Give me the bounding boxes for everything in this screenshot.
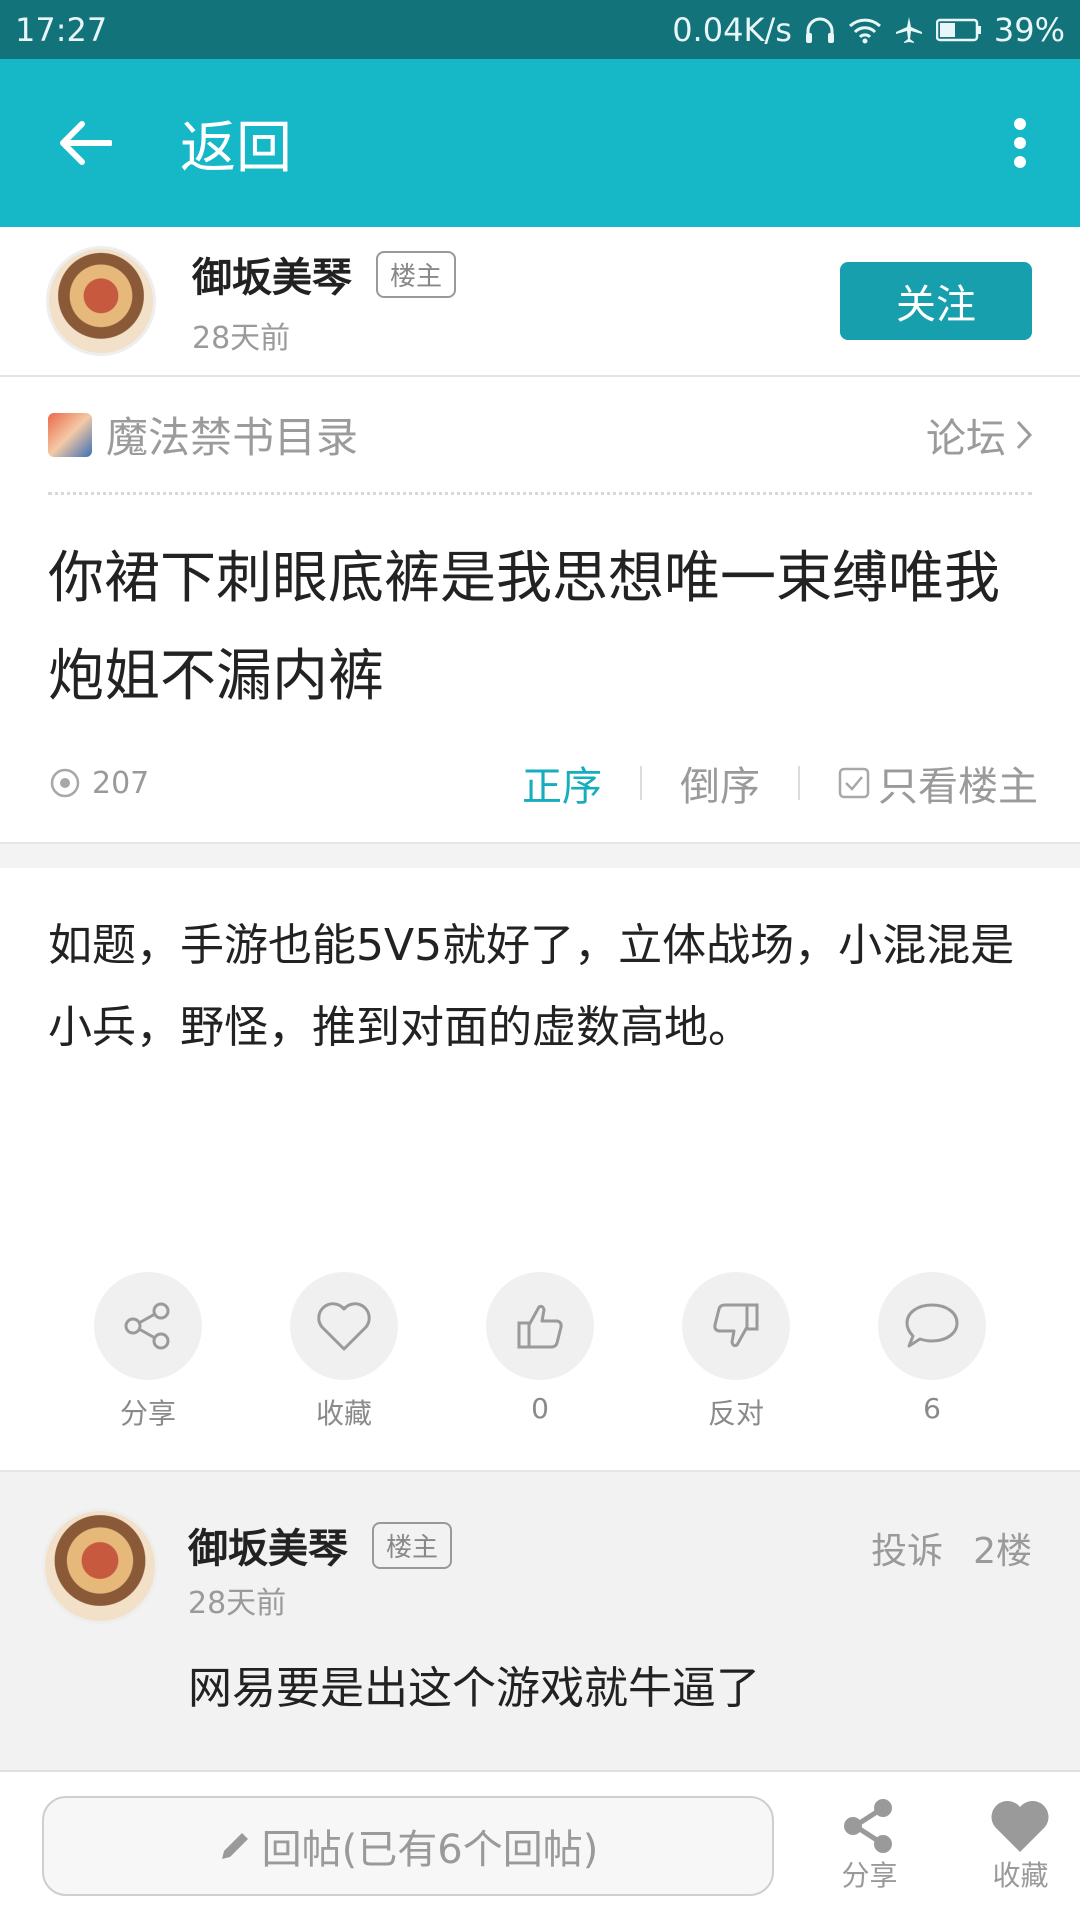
thumbs-up-icon [517,1304,563,1349]
share-label: 分享 [119,1397,176,1430]
bottom-favorite-button[interactable]: 收藏 [961,1798,1080,1894]
app-bar-title[interactable]: 返回 [180,103,292,184]
eye-icon [50,768,80,798]
sort-ascending[interactable]: 正序 [522,754,602,812]
section-divider [0,842,1080,868]
reply-avatar[interactable] [42,1508,158,1624]
share-action[interactable]: 分享 [78,1272,218,1432]
wifi-icon [848,16,882,44]
post-actions: 分享 收藏 0 反对 6 [0,1272,1080,1432]
airplane-icon [894,15,924,45]
reply-content: 网易要是出这个游戏就牛逼了 [188,1663,760,1714]
reply-input[interactable]: 回帖(已有6个回帖) [42,1796,774,1896]
heart-icon [317,1302,371,1351]
back-button[interactable] [40,98,130,188]
dislike-label: 反对 [707,1397,764,1430]
battery-percent: 39% [993,10,1065,49]
floor-number: 2楼 [973,1531,1032,1572]
reply-item: 御坂美琴 楼主 28天前 投诉 2楼 网易要是出这个游戏就牛逼了 [0,1470,1080,1770]
app-bar: 返回 [0,59,1080,227]
favorite-label: 收藏 [315,1397,372,1430]
status-time: 17:27 [15,10,108,49]
divider [798,766,800,800]
bottom-share-label: 分享 [841,1859,898,1892]
checkbox-icon [838,767,870,799]
only-owner-label: 只看楼主 [878,764,1038,810]
like-count: 0 [531,1392,549,1425]
owner-badge: 楼主 [376,250,457,298]
post-body: 如题，手游也能5V5就好了，立体战场，小混混是小兵，野怪，推到对面的虚数高地。 [48,920,1015,1053]
forum-row[interactable]: 魔法禁书目录 论坛 [48,377,1032,495]
reply-author-name[interactable]: 御坂美琴 [188,1516,348,1574]
post-meta-row: 207 正序 倒序 只看楼主 [48,748,1038,818]
more-vertical-icon [1014,118,1026,168]
author-name[interactable]: 御坂美琴 [192,245,352,303]
forum-name[interactable]: 魔法禁书目录 [106,404,358,465]
net-speed: 0.04K/s [672,10,792,49]
dislike-action[interactable]: 反对 [666,1272,806,1432]
forum-link[interactable]: 论坛 [926,406,1032,464]
forum-link-label: 论坛 [926,415,1006,462]
follow-button[interactable]: 关注 [840,262,1032,340]
favorite-action[interactable]: 收藏 [274,1272,414,1432]
post-time: 28天前 [192,321,291,356]
view-count: 207 [48,766,149,801]
author-info: 御坂美琴 楼主 28天前 [192,245,457,357]
battery-icon [935,18,982,42]
status-bar: 17:27 0.04K/s 39% [0,0,1080,59]
comment-count: 6 [923,1392,941,1425]
pencil-icon [221,1833,248,1859]
post-title: 你裙下刺眼底裤是我思想唯一束缚唯我炮姐不漏内裤 [48,546,1000,709]
only-owner-toggle[interactable]: 只看楼主 [838,754,1038,812]
share-icon [844,1799,893,1853]
bottom-favorite-label: 收藏 [992,1859,1049,1892]
more-button[interactable] [990,98,1050,188]
bottom-share-button[interactable]: 分享 [810,1798,929,1894]
chevron-right-icon [1016,420,1032,449]
sort-descending[interactable]: 倒序 [680,754,760,812]
author-row: 御坂美琴 楼主 28天前 关注 [0,227,1080,377]
bottom-bar: 回帖(已有6个回帖) 分享 收藏 [0,1770,1080,1920]
forum-icon [48,412,92,457]
reply-input-placeholder: 回帖(已有6个回帖) [261,1827,599,1873]
like-action[interactable]: 0 [470,1272,610,1432]
comment-action[interactable]: 6 [862,1272,1002,1432]
view-count-value: 207 [92,765,150,801]
arrow-left-icon [60,121,112,165]
reply-owner-badge: 楼主 [372,1521,453,1569]
avatar[interactable] [46,246,156,356]
report-button[interactable]: 投诉 [871,1522,943,1574]
sort-controls: 正序 倒序 只看楼主 [522,754,1038,812]
heart-icon [991,1800,1049,1852]
reply-time: 28天前 [188,1586,287,1621]
comment-icon [905,1303,959,1348]
share-icon [124,1302,170,1350]
headphones-icon [804,15,836,45]
reply-author-line: 御坂美琴 楼主 [188,1516,453,1574]
divider [640,766,642,800]
status-icons: 0.04K/s 39% [672,11,1065,49]
reply-meta: 投诉 2楼 [871,1522,1032,1574]
thumbs-down-icon [713,1303,759,1348]
